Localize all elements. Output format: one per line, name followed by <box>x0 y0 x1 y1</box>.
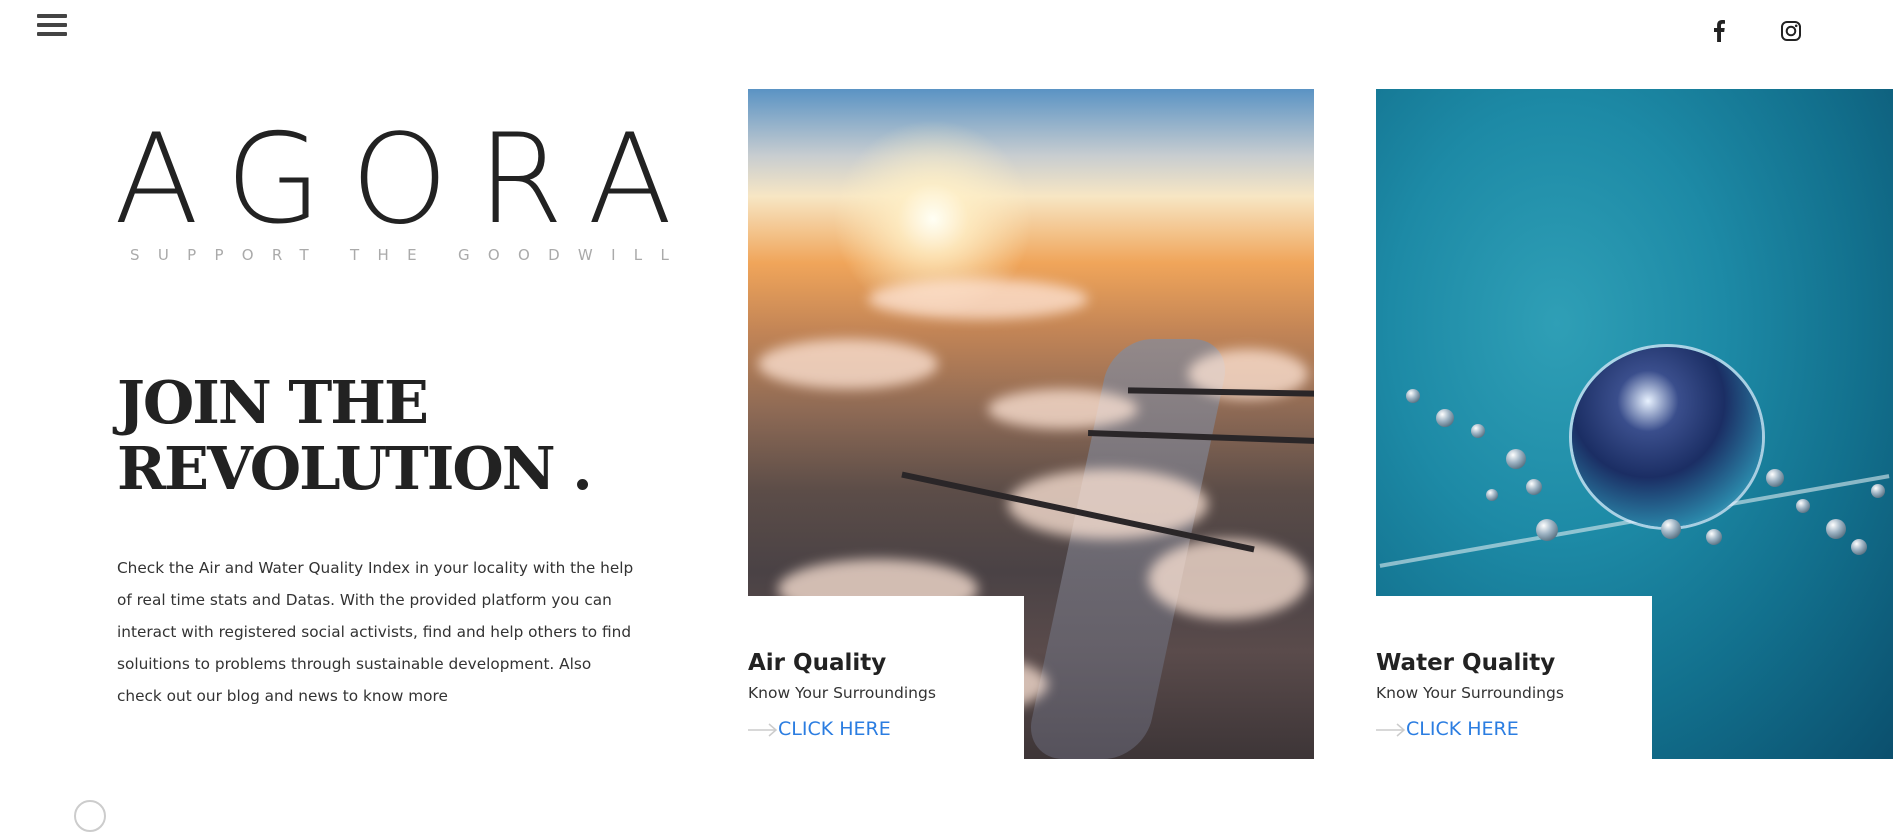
brand-tagline: SUPPORT THE GOODWILL <box>130 246 688 264</box>
water-quality-click-here-link[interactable]: CLICK HERE <box>1376 718 1519 740</box>
headline-line-2: REVOLUTION . <box>117 434 593 503</box>
card-subtitle: Know Your Surroundings <box>748 684 936 702</box>
brand-block: AGORA SUPPORT THE GOODWILL <box>114 108 702 264</box>
arrow-right-icon <box>748 722 778 737</box>
brand-title: AGORA <box>114 108 702 252</box>
facebook-icon[interactable] <box>1706 18 1732 44</box>
air-quality-click-here-link[interactable]: CLICK HERE <box>748 718 891 740</box>
scroll-indicator-icon[interactable] <box>74 800 106 832</box>
card-title: Water Quality <box>1376 650 1556 676</box>
hamburger-menu-icon[interactable] <box>37 14 67 40</box>
arrow-right-icon <box>1376 722 1406 737</box>
click-here-label: CLICK HERE <box>1406 718 1519 740</box>
hero-intro-text: Check the Air and Water Quality Index in… <box>117 559 634 705</box>
hero-headline: JOIN THE REVOLUTION . <box>117 370 677 502</box>
click-here-label: CLICK HERE <box>778 718 891 740</box>
card-title: Air Quality <box>748 650 887 676</box>
headline-line-1: JOIN THE <box>117 368 429 437</box>
instagram-icon[interactable] <box>1778 18 1804 44</box>
card-subtitle: Know Your Surroundings <box>1376 684 1564 702</box>
air-quality-card: Air Quality Know Your Surroundings CLICK… <box>748 596 1024 760</box>
water-quality-card: Water Quality Know Your Surroundings CLI… <box>1376 596 1652 760</box>
